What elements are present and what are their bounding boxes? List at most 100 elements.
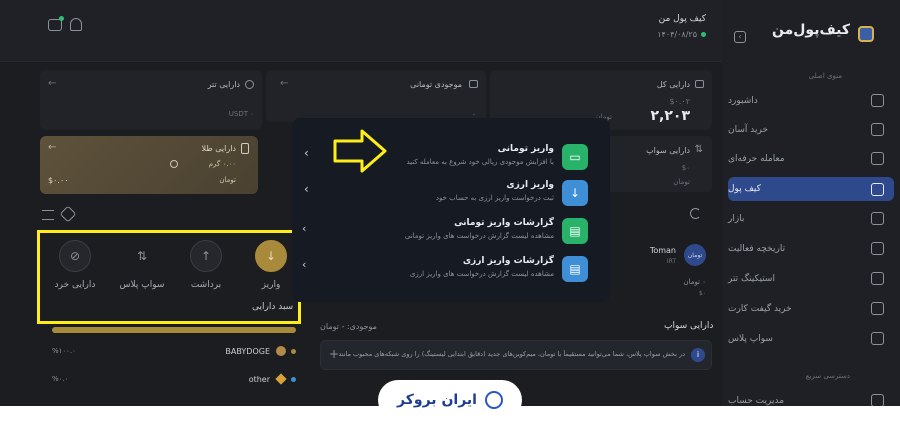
chevron-left-icon[interactable]: ‹	[302, 222, 306, 235]
sidebar-item-label: استیکینگ تتر	[728, 274, 775, 284]
sidebar-item-easy-buy[interactable]: خرید آسان	[728, 117, 894, 143]
sidebar-item-gift-card[interactable]: خرید گیفت کارت	[728, 296, 894, 322]
card-title: دارایی سواپ	[646, 146, 690, 155]
sidebar-item-history[interactable]: تاریخچه فعالیت	[728, 236, 894, 262]
sidebar-item-label: سواپ پلاس	[728, 334, 773, 344]
popup-item-crypto-deposit[interactable]: ↓ واریز ارزی ثبت درخواست واریز ارزی به ح…	[292, 176, 602, 212]
filter-icon[interactable]	[42, 210, 54, 220]
add-icon[interactable]: +	[329, 347, 339, 361]
download-icon: ↓	[562, 180, 588, 206]
basket-row[interactable]: %۱۰۰.۰ BABYDOGE	[50, 343, 298, 361]
popup-item-toman-reports[interactable]: ▤ گزارشات واریز تومانی مشاهده لیست گزارش…	[292, 214, 602, 250]
sidebar-item-wallet[interactable]: کیف پول	[728, 177, 894, 201]
swap-info-box: i در بخش سواپ پلاس، شما می‌توانید مستقیم…	[320, 340, 712, 370]
swap-unit: تومان	[673, 178, 690, 186]
small-assets-button[interactable]: ⊘ دارایی خرد	[45, 240, 105, 290]
toman-value: ۰ تومان	[683, 278, 706, 286]
gold-card[interactable]: دارایی طلا ← ۰.۰۰ گرم $۰.۰۰ تومان	[40, 136, 258, 194]
basket-row[interactable]: %۰.۰ other	[50, 371, 298, 389]
popup-item-desc: مشاهده لیست گزارش درخواست های واریز ارزی	[409, 270, 554, 278]
tether-card[interactable]: دارایی تتر ← USDT ۰	[40, 70, 262, 130]
brand-logo-icon	[858, 26, 874, 42]
card-title: دارایی کل	[656, 80, 690, 89]
sidebar: کیف‌پول‌من ‹ منوی اصلی داشبورد خرید آسان…	[722, 0, 900, 424]
watermark-icon	[484, 391, 503, 409]
watermark-logo: ایران بروکر	[378, 380, 522, 420]
diamond-icon	[275, 373, 287, 385]
tether-icon	[245, 80, 254, 89]
collapse-sidebar-button[interactable]: ‹	[734, 31, 746, 43]
swap-usd: $۰	[681, 164, 690, 172]
info-icon: i	[691, 348, 705, 362]
basket-bar	[52, 327, 296, 333]
brand-logo[interactable]: کیف‌پول‌من	[772, 22, 850, 38]
deposit-label: واریز	[261, 280, 281, 290]
coin-icon	[276, 346, 286, 356]
sidebar-item-label: خرید گیفت کارت	[728, 304, 792, 314]
chevron-left-icon[interactable]: ‹	[304, 146, 309, 160]
sidebar-item-label: داشبورد	[728, 96, 758, 106]
basket-name: BABYDOGE	[225, 347, 270, 356]
popup-item-desc: با افزایش موجودی ریالی خود شروع به معامل…	[406, 158, 554, 166]
settings-icon[interactable]	[59, 205, 77, 223]
sidebar-item-label: بازار	[728, 214, 745, 224]
grid-icon	[871, 94, 884, 107]
popup-item-crypto-reports[interactable]: ▤ گزارشات واریز ارزی مشاهده لیست گزارش د…	[292, 252, 602, 288]
color-dot	[291, 349, 296, 354]
bell-icon[interactable]	[70, 18, 82, 31]
arrow-left-icon[interactable]: ←	[48, 142, 56, 153]
withdraw-icon: ↑	[190, 240, 222, 272]
history-icon	[871, 242, 884, 255]
refresh-icon[interactable]	[690, 208, 701, 219]
wallet-icon	[695, 80, 704, 88]
wallet-header[interactable]: کیف پول من ۱۴۰۴/۰۸/۲۵	[560, 14, 706, 50]
wallet-icon	[871, 183, 884, 196]
chevron-left-icon[interactable]: ‹	[304, 182, 309, 196]
total-usd: $۰.۰۲	[669, 97, 690, 106]
card-title: دارایی طلا	[201, 144, 236, 153]
card-title: دارایی تتر	[207, 80, 240, 89]
basket-pct: %۰.۰	[52, 375, 69, 383]
deposit-icon: ↓	[255, 240, 287, 272]
arrow-left-icon[interactable]: ←	[48, 78, 56, 89]
swap-balance: موجودی: - تومان	[320, 322, 377, 331]
total-value: ۲,۲۰۳	[650, 108, 691, 124]
info-icon[interactable]	[170, 160, 178, 168]
basket-name: other	[248, 375, 270, 384]
toman-asset-row[interactable]: تومان Toman IRT ۰ تومان $۰	[610, 240, 712, 300]
swap-icon	[871, 332, 884, 345]
tether-value: USDT ۰	[228, 110, 254, 118]
popup-item-title: گزارشات واریز ارزی	[462, 256, 554, 266]
toman-balance-card[interactable]: موجودی تومانی ← ۰	[266, 70, 486, 122]
gold-value: $۰.۰۰	[48, 176, 69, 185]
sidebar-item-label: معامله حرفه‌ای	[728, 154, 785, 164]
card-title: موجودی تومانی	[410, 80, 462, 89]
swap-plus-button[interactable]: ⇅ سواپ پلاس	[112, 240, 172, 290]
toman-usd: $۰	[698, 290, 706, 297]
withdraw-label: برداشت	[190, 280, 222, 290]
sidebar-item-market[interactable]: بازار	[728, 206, 894, 232]
notification-dot	[59, 16, 64, 21]
wallet-icon	[469, 80, 478, 88]
annotation-arrow	[333, 129, 387, 173]
gold-unit: تومان	[219, 176, 236, 184]
sidebar-item-swap-plus[interactable]: سواپ پلاس	[728, 326, 894, 352]
swap-icon: ⇅	[694, 144, 703, 155]
chart-icon	[871, 152, 884, 165]
cart-icon	[871, 123, 884, 136]
report-icon: ▤	[562, 256, 588, 282]
sidebar-item-label: مدیریت حساب	[728, 396, 785, 406]
small-assets-label: دارایی خرد	[54, 280, 96, 290]
toman-name: Toman	[649, 246, 676, 255]
swap-section-title: دارایی سواپ	[664, 321, 714, 331]
gift-icon	[871, 302, 884, 315]
chevron-left-icon[interactable]: ‹	[302, 258, 306, 271]
sidebar-item-dashboard[interactable]: داشبورد	[728, 88, 894, 114]
basket-pct: %۱۰۰.۰	[52, 347, 76, 355]
sidebar-item-staking[interactable]: استیکینگ تتر	[728, 266, 894, 292]
withdraw-button[interactable]: ↑ برداشت	[176, 240, 236, 290]
arrow-left-icon[interactable]: ←	[280, 78, 288, 89]
sidebar-item-pro-trade[interactable]: معامله حرفه‌ای	[728, 146, 894, 172]
report-icon: ▤	[562, 218, 588, 244]
section-label-fast: دسترسی سریع	[805, 372, 850, 380]
